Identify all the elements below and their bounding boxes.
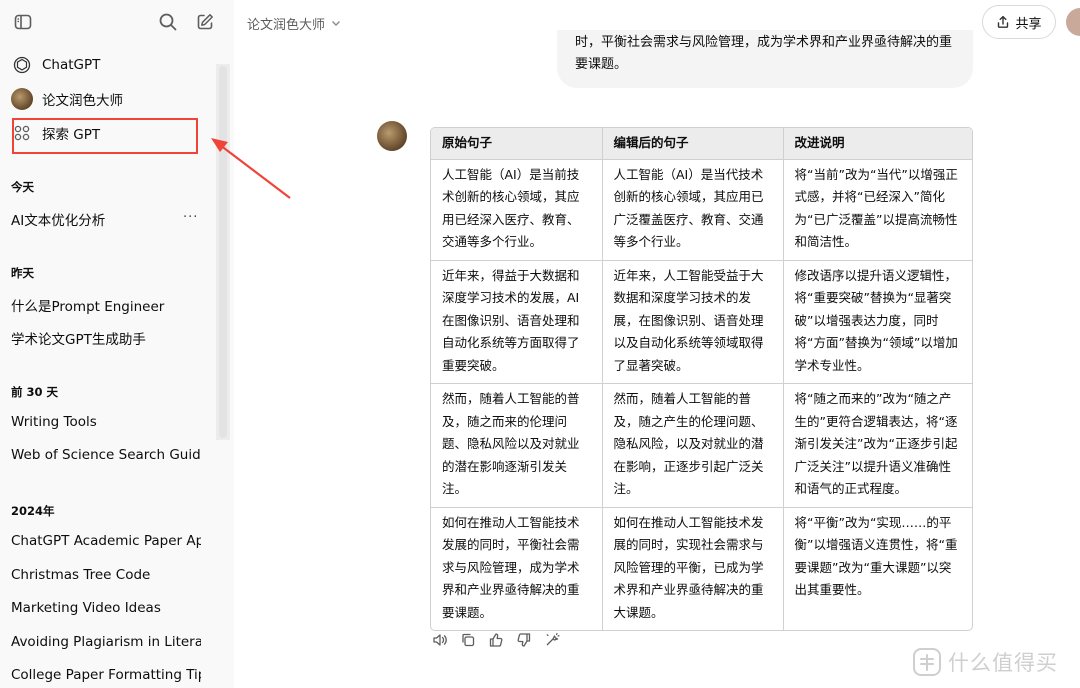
chat-item[interactable]: AI文本优化分析 bbox=[11, 209, 176, 229]
chat-item[interactable]: Writing Tools bbox=[11, 414, 201, 430]
sidebar-item-chatgpt[interactable]: ChatGPT bbox=[6, 50, 206, 80]
share-label: 共享 bbox=[1015, 16, 1042, 32]
model-selector[interactable]: 论文润色大师 bbox=[247, 12, 341, 34]
table-cell: 将“随之而来的”改为“随之产生的”更符合逻辑表达，将“逐渐引发关注”改为“正逐步… bbox=[783, 383, 972, 508]
chat-item[interactable]: Avoiding Plagiarism in Literatu bbox=[11, 634, 201, 650]
chevron-down-icon bbox=[332, 21, 341, 26]
section-title-today: 今天 bbox=[11, 180, 34, 194]
table-row: 如何在推动人工智能技术发展的同时，平衡社会需求与风险管理，成为学术界和产业界亟待… bbox=[431, 507, 972, 630]
table-header-cell: 编辑后的句子 bbox=[602, 128, 784, 160]
chat-item[interactable]: ChatGPT Academic Paper Appl bbox=[11, 533, 201, 549]
section-title-30-days: 前 30 天 bbox=[11, 385, 59, 399]
chat-options-icon[interactable]: ··· bbox=[183, 210, 198, 225]
section-title-2024: 2024年 bbox=[11, 504, 55, 518]
table-header-cell: 改进说明 bbox=[783, 128, 972, 160]
model-name: 论文润色大师 bbox=[247, 17, 326, 33]
chat-item[interactable]: College Paper Formatting Tips bbox=[11, 667, 201, 683]
copy-icon[interactable] bbox=[458, 630, 478, 650]
annotation-arrow bbox=[211, 138, 291, 199]
revision-table: 原始句子 编辑后的句子 改进说明 人工智能（AI）是当前技术创新的核心领域，其应… bbox=[430, 127, 973, 631]
thumbs-up-icon[interactable] bbox=[486, 630, 506, 650]
table-cell: 人工智能（AI）是当代技术创新的核心领域，其应用已广泛覆盖医疗、教育、交通等多个… bbox=[602, 159, 784, 261]
section-title-yesterday: 昨天 bbox=[11, 266, 34, 280]
gpt-avatar-icon bbox=[11, 88, 33, 110]
table-cell: 如何在推动人工智能技术发展的同时，平衡社会需求与风险管理，成为学术界和产业界亟待… bbox=[431, 507, 603, 630]
table-header-row: 原始句子 编辑后的句子 改进说明 bbox=[431, 128, 972, 160]
table-cell: 近年来，人工智能受益于大数据和深度学习技术的发展，在图像识别、语音处理以及自动化… bbox=[602, 260, 784, 384]
table-cell: 将“平衡”改为“实现……的平衡”以增强语义连贯性，将“重要课题”改为“重大课题”… bbox=[794, 514, 958, 598]
chat-item[interactable]: 学术论文GPT生成助手 bbox=[11, 328, 201, 348]
table-header-cell: 原始句子 bbox=[431, 128, 603, 160]
watermark-logo-icon bbox=[913, 648, 941, 676]
message-actions bbox=[430, 630, 570, 650]
table-row: 然而，随着人工智能的普及，随之而来的伦理问题、隐私风险以及对就业的潜在影响逐渐引… bbox=[431, 383, 972, 508]
table-cell: 近年来，得益于大数据和深度学习技术的发展，AI在图像识别、语音处理和自动化系统等… bbox=[431, 260, 603, 384]
table-cell: 人工智能（AI）是当前技术创新的核心领域，其应用已经深入医疗、教育、交通等多个行… bbox=[431, 159, 603, 261]
sidebar-toolbar bbox=[0, 0, 234, 44]
chat-item[interactable]: 什么是Prompt Engineer bbox=[11, 295, 201, 315]
table-cell: 修改语序以提升语义逻辑性，将“重要突破”替换为“显著突破”以增强表达力度，同时将… bbox=[783, 260, 972, 384]
share-icon bbox=[998, 15, 1009, 28]
chat-item[interactable]: Christmas Tree Code bbox=[11, 567, 201, 583]
table-row: 人工智能（AI）是当前技术创新的核心领域，其应用已经深入医疗、教育、交通等多个行… bbox=[431, 159, 972, 261]
table-cell: 然而，随着人工智能的普及，随之而来的伦理问题、隐私风险以及对就业的潜在影响逐渐引… bbox=[431, 383, 603, 508]
regenerate-icon[interactable] bbox=[542, 630, 562, 650]
sidebar-item-label: ChatGPT bbox=[42, 57, 101, 73]
watermark: 什么值得买 bbox=[912, 646, 1058, 678]
table-row: 近年来，得益于大数据和深度学习技术的发展，AI在图像识别、语音处理和自动化系统等… bbox=[431, 260, 972, 384]
chat-item[interactable]: Marketing Video Ideas bbox=[11, 600, 201, 616]
gpt-avatar bbox=[377, 121, 407, 151]
sidebar: ChatGPT 论文润色大师 探索 GPT 今天 AI文本优化分析 ··· 昨天… bbox=[0, 0, 234, 688]
read-aloud-icon[interactable] bbox=[430, 630, 450, 650]
new-chat-icon[interactable] bbox=[191, 8, 219, 36]
sidebar-item-gpt-polisher[interactable]: 论文润色大师 bbox=[6, 84, 206, 114]
thumbs-down-icon[interactable] bbox=[514, 630, 534, 650]
share-button[interactable]: 共享 bbox=[982, 5, 1056, 39]
search-icon[interactable] bbox=[154, 8, 182, 36]
annotation-highlight-box bbox=[12, 118, 198, 154]
sidebar-item-label: 论文润色大师 bbox=[42, 93, 123, 109]
chat-item[interactable]: Web of Science Search Guide bbox=[11, 447, 201, 463]
sidebar-toggle-icon[interactable] bbox=[9, 8, 37, 36]
sidebar-scrollbar-thumb[interactable] bbox=[219, 66, 227, 438]
table-cell: 将“当前”改为“当代”以增强正式感，并将“已经深入”简化为“已广泛覆盖”以提高流… bbox=[783, 159, 972, 261]
user-avatar[interactable] bbox=[1066, 8, 1080, 36]
table-cell: 然而，随着人工智能的普及，随之产生的伦理问题、隐私风险，以及对就业的潜在影响，正… bbox=[602, 383, 784, 508]
user-message-bubble: 时，平衡社会需求与风险管理，成为学术界和产业界亟待解决的重要课题。 bbox=[557, 30, 973, 88]
user-message-text: 时，平衡社会需求与风险管理，成为学术界和产业界亟待解决的重要课题。 bbox=[575, 35, 953, 72]
watermark-text: 什么值得买 bbox=[948, 651, 1058, 675]
openai-logo-icon bbox=[11, 54, 33, 76]
table-cell: 如何在推动人工智能技术发展的同时，实现社会需求与风险管理的平衡，已成为学术界和产… bbox=[602, 507, 784, 630]
